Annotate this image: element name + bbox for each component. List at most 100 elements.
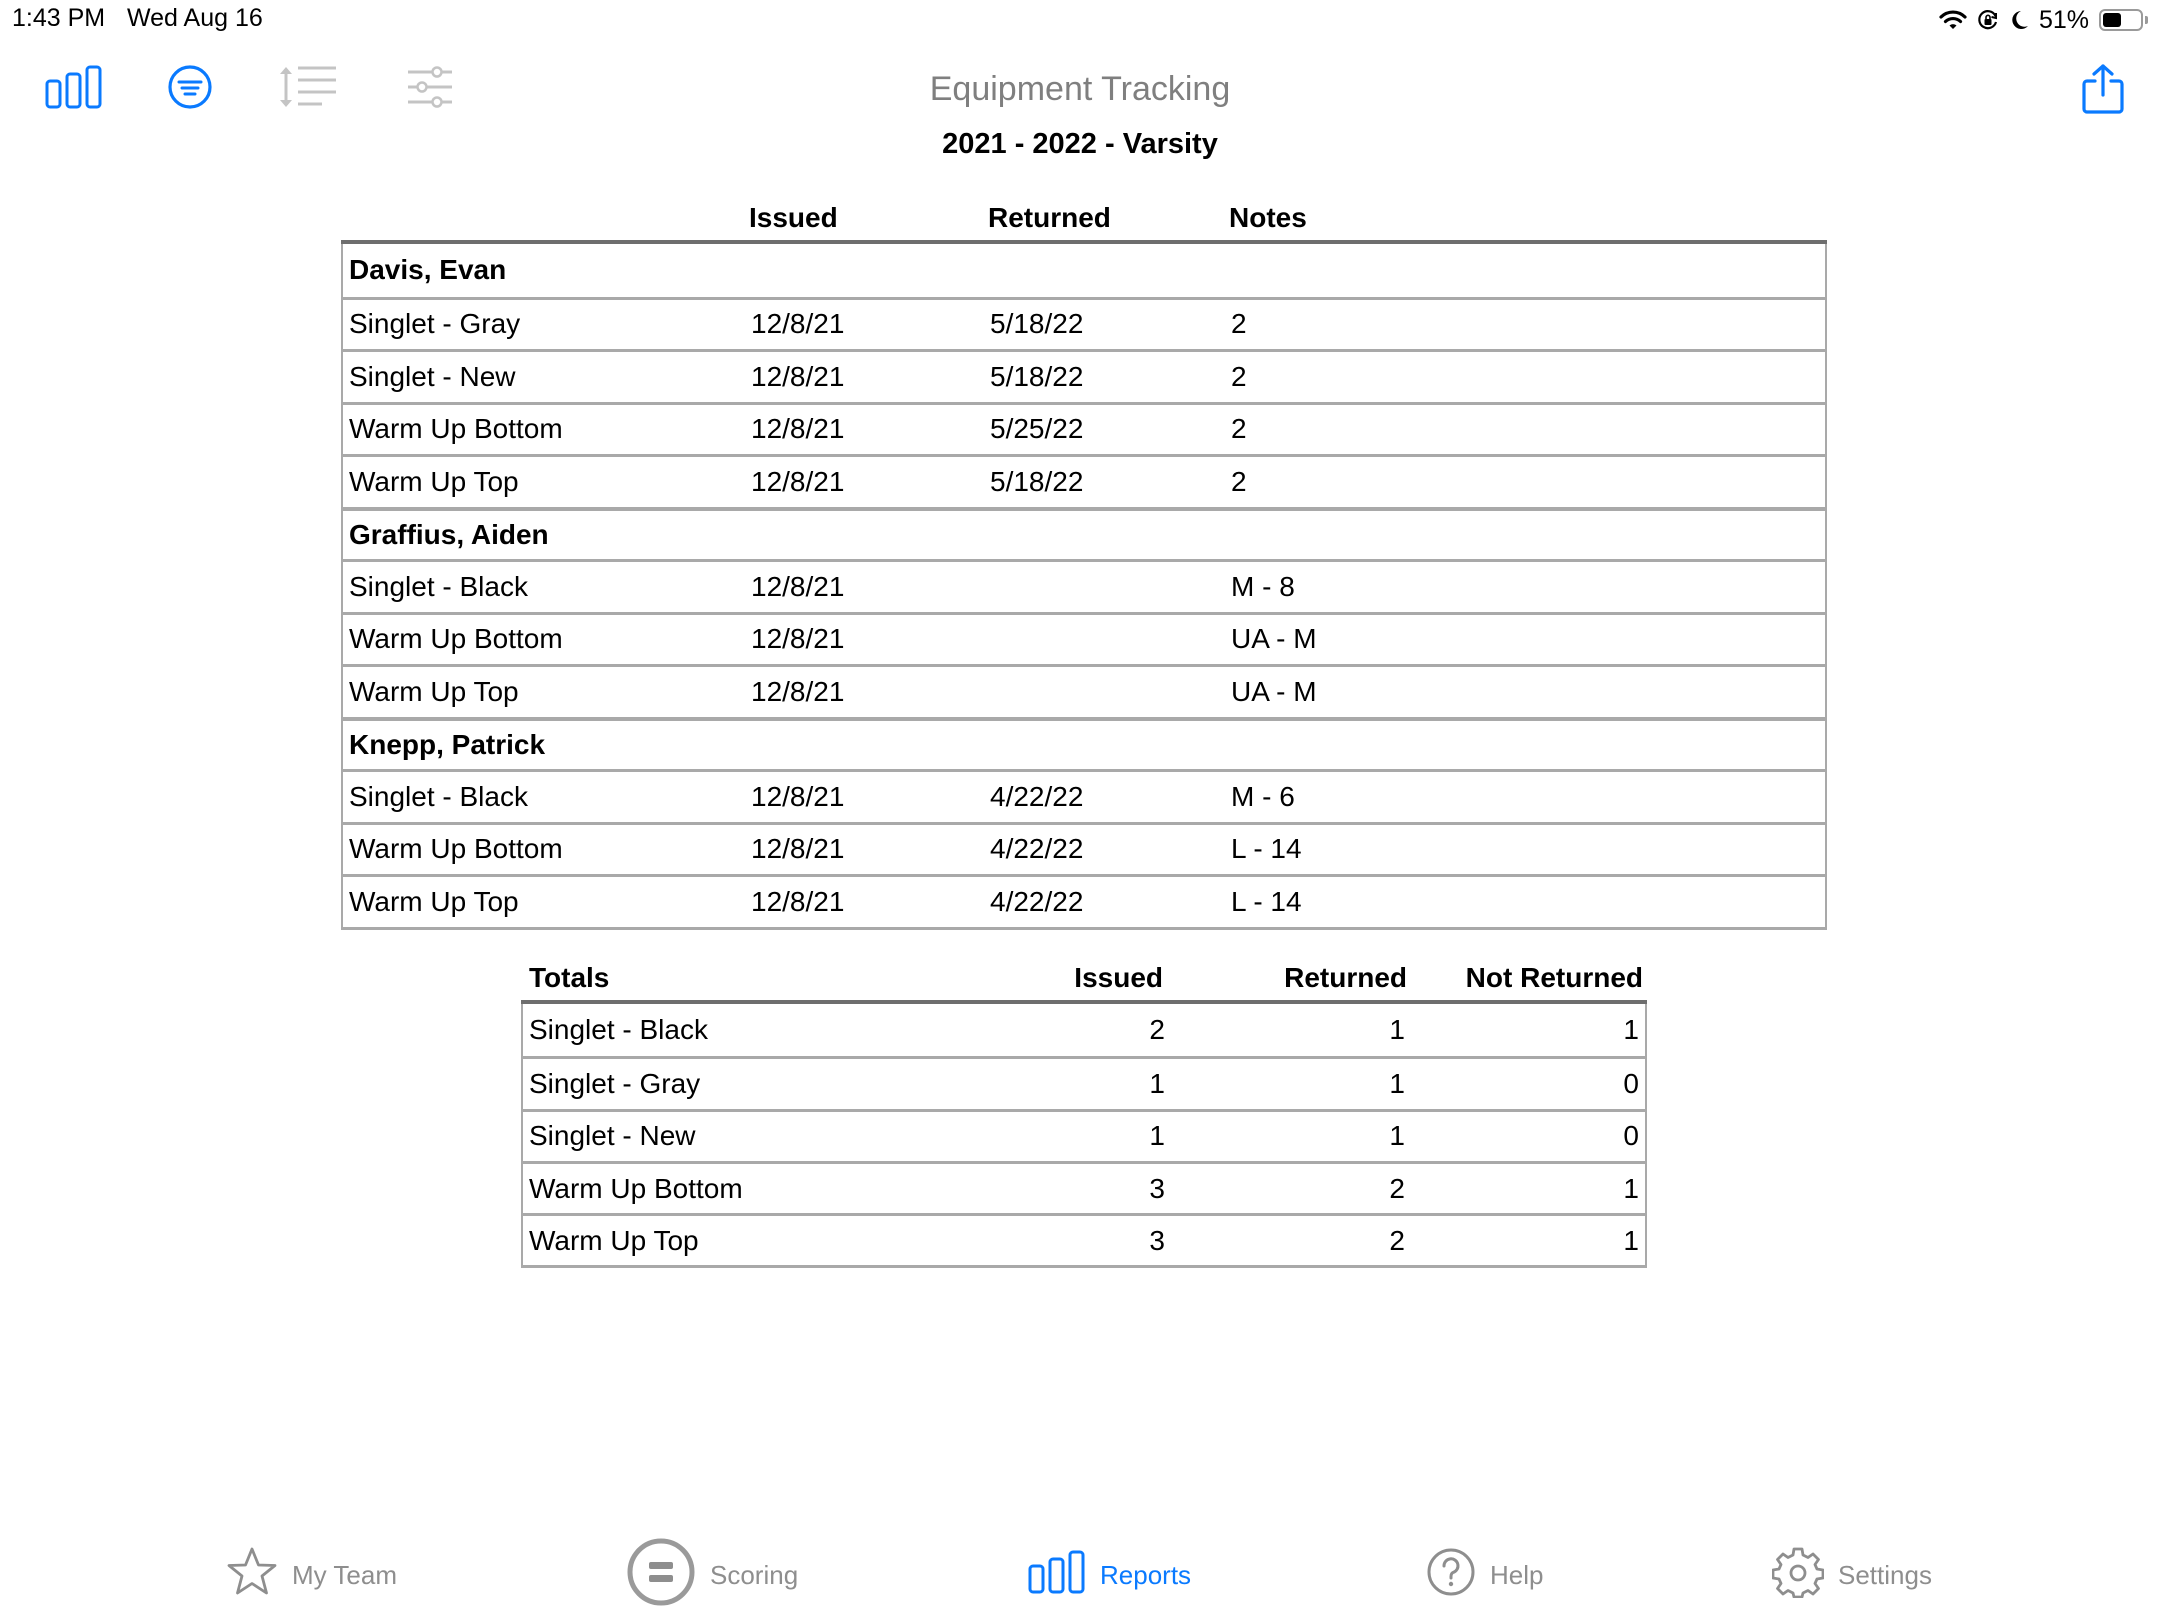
- item-cell: Warm Up Bottom: [349, 413, 563, 445]
- battery-level: [2103, 13, 2122, 27]
- item-cell: Warm Up Bottom: [349, 623, 563, 655]
- notes-cell: L - 14: [1231, 833, 1302, 865]
- notes-cell: UA - M: [1231, 623, 1317, 655]
- notes-cell: 2: [1231, 413, 1247, 445]
- status-date: Wed Aug 16: [127, 4, 263, 32]
- returned-cell: 5/18/22: [990, 465, 1084, 497]
- tab-label: Help: [1490, 1559, 1544, 1590]
- notes-cell: M - 8: [1231, 570, 1295, 602]
- returned-count: 1: [1389, 1067, 1405, 1099]
- issued-count: 3: [1149, 1224, 1165, 1256]
- returned-count: 2: [1389, 1172, 1405, 1204]
- issued-cell: 12/8/21: [751, 675, 845, 707]
- item-cell: Singlet - New: [529, 1120, 696, 1152]
- athlete-name: Graffius, Aiden: [349, 518, 549, 550]
- athlete-name: Davis, Evan: [349, 254, 507, 286]
- tab-scoring[interactable]: Scoring: [626, 1538, 799, 1610]
- notes-cell: 2: [1231, 465, 1247, 497]
- not-returned-count: 1: [1623, 1172, 1639, 1204]
- table-row: Singlet - Gray 12/8/21 5/18/22 2: [343, 296, 1825, 350]
- tab-my-team[interactable]: My Team: [226, 1540, 397, 1610]
- tab-settings[interactable]: Settings: [1771, 1540, 1932, 1610]
- item-cell: Warm Up Top: [349, 465, 519, 497]
- wifi-icon: [1939, 9, 1967, 31]
- notes-cell: UA - M: [1231, 675, 1317, 707]
- share-button[interactable]: [2075, 62, 2130, 120]
- battery-icon: [2099, 9, 2148, 31]
- page-subtitle: 2021 - 2022 - Varsity: [942, 128, 1218, 160]
- item-cell: Warm Up Top: [349, 675, 519, 707]
- returned-count: 1: [1389, 1120, 1405, 1152]
- returned-count: 2: [1389, 1224, 1405, 1256]
- item-cell: Singlet - Black: [349, 570, 528, 602]
- battery-percent: 51%: [2038, 5, 2089, 34]
- totals-row: Singlet - Black 2 1 1: [523, 1004, 1645, 1056]
- page-title: Equipment Tracking: [929, 70, 1231, 108]
- equipment-table: Issued Returned Notes Davis, Evan Single…: [341, 200, 1827, 930]
- equipment-table-body: Davis, Evan Singlet - Gray 12/8/21 5/18/…: [341, 244, 1827, 930]
- issued-count: 2: [1149, 1014, 1165, 1046]
- notes-cell: 2: [1231, 308, 1247, 340]
- issued-cell: 12/8/21: [751, 833, 845, 865]
- table-row: Warm Up Top 12/8/21 4/22/22 L - 14: [343, 874, 1825, 927]
- issued-count: 1: [1149, 1067, 1165, 1099]
- item-cell: Singlet - Black: [349, 780, 528, 812]
- issued-cell: 12/8/21: [751, 780, 845, 812]
- table-row: Warm Up Bottom 12/8/21 4/22/22 L - 14: [343, 821, 1825, 875]
- totals-table-body: Singlet - Black 2 1 1 Singlet - Gray 1 1…: [521, 1004, 1647, 1269]
- table-row: Warm Up Bottom 12/8/21 UA - M: [343, 611, 1825, 665]
- column-header-totals: Totals: [529, 962, 610, 993]
- not-returned-count: 0: [1623, 1120, 1639, 1152]
- group-header-row: Graffius, Aiden: [343, 506, 1825, 560]
- totals-table-header: Totals Issued Returned Not Returned: [521, 960, 1647, 1004]
- orientation-lock-icon: [1977, 9, 1999, 31]
- column-header-notes: Notes: [1229, 202, 1307, 233]
- totals-row: Singlet - New 1 1 0: [523, 1108, 1645, 1161]
- returned-cell: 5/18/22: [990, 360, 1084, 392]
- equipment-table-header: Issued Returned Notes: [341, 200, 1827, 244]
- tab-bar: My Team Scoring Reports Help Settings: [0, 1530, 2160, 1620]
- returned-cell: 5/25/22: [990, 413, 1084, 445]
- tab-label: Scoring: [710, 1559, 799, 1590]
- not-returned-count: 1: [1623, 1014, 1639, 1046]
- not-returned-count: 1: [1623, 1224, 1639, 1256]
- totals-row: Warm Up Bottom 3 2 1: [523, 1160, 1645, 1213]
- table-row: Singlet - Black 12/8/21 M - 8: [343, 559, 1825, 612]
- column-header-not-returned: Not Returned: [1465, 962, 1643, 993]
- do-not-disturb-moon-icon: [2009, 9, 2029, 31]
- column-header-issued: Issued: [749, 202, 838, 233]
- issued-cell: 12/8/21: [751, 570, 845, 602]
- returned-cell: 4/22/22: [990, 885, 1084, 917]
- issued-cell: 12/8/21: [751, 360, 845, 392]
- issued-cell: 12/8/21: [751, 465, 845, 497]
- issued-cell: 12/8/21: [751, 623, 845, 655]
- group-header-row: Knepp, Patrick: [343, 716, 1825, 770]
- tab-help[interactable]: Help: [1426, 1540, 1543, 1610]
- item-cell: Warm Up Top: [529, 1224, 699, 1256]
- table-row: Warm Up Bottom 12/8/21 5/25/22 2: [343, 401, 1825, 455]
- returned-cell: 4/22/22: [990, 833, 1084, 865]
- tab-label: Settings: [1838, 1559, 1932, 1590]
- issued-count: 1: [1149, 1120, 1165, 1152]
- notes-cell: M - 6: [1231, 780, 1295, 812]
- table-row: Warm Up Top 12/8/21 5/18/22 2: [343, 454, 1825, 507]
- notes-cell: 2: [1231, 360, 1247, 392]
- item-cell: Warm Up Top: [349, 885, 519, 917]
- item-cell: Singlet - Gray: [349, 308, 521, 340]
- tab-reports[interactable]: Reports: [1028, 1540, 1191, 1610]
- tab-label: Reports: [1100, 1559, 1192, 1590]
- table-row: Warm Up Top 12/8/21 UA - M: [343, 664, 1825, 717]
- totals-table: Totals Issued Returned Not Returned Sing…: [521, 960, 1647, 1269]
- athlete-name: Knepp, Patrick: [349, 728, 546, 760]
- group-header-row: Davis, Evan: [343, 244, 1825, 297]
- table-row: Singlet - New 12/8/21 5/18/22 2: [343, 349, 1825, 402]
- item-cell: Singlet - Black: [529, 1014, 708, 1046]
- help-icon: [1426, 1547, 1476, 1604]
- item-cell: Singlet - New: [349, 360, 516, 392]
- returned-cell: 4/22/22: [990, 780, 1084, 812]
- totals-row: Warm Up Top 3 2 1: [523, 1213, 1645, 1265]
- item-cell: Warm Up Bottom: [529, 1172, 743, 1204]
- issued-cell: 12/8/21: [751, 308, 845, 340]
- scoring-icon: [626, 1537, 696, 1614]
- status-time: 1:43 PM: [12, 4, 106, 32]
